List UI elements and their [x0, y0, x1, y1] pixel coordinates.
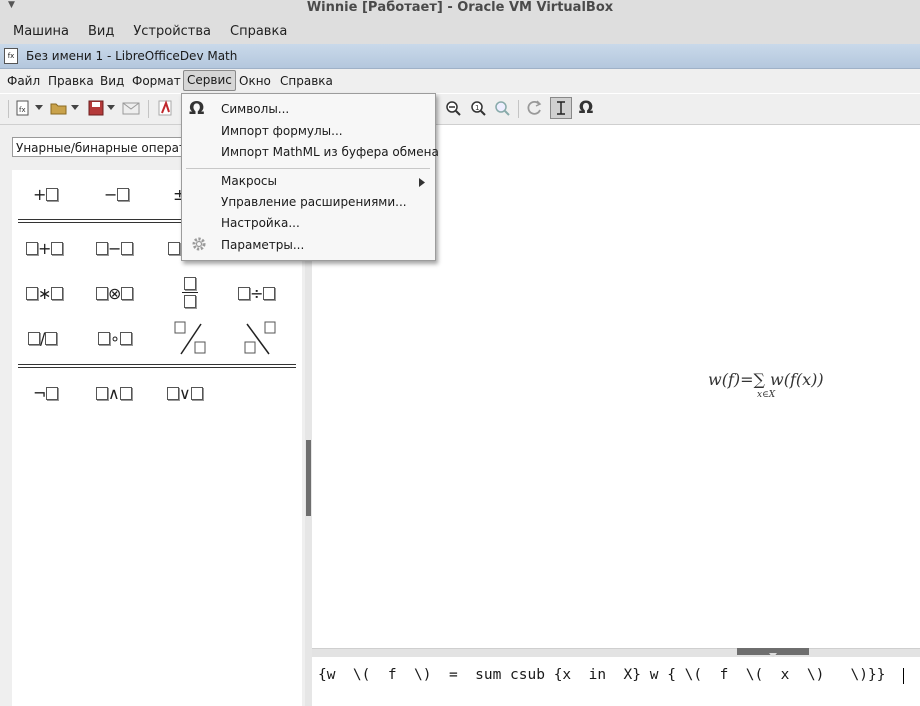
- element-concatenate[interactable]: ∘: [98, 330, 133, 348]
- save-icon[interactable]: [87, 99, 105, 117]
- svg-text:fx: fx: [19, 106, 26, 114]
- element-slash[interactable]: /: [28, 330, 58, 348]
- splitter-handle[interactable]: [306, 440, 311, 516]
- vbox-menu-view[interactable]: Вид: [82, 22, 120, 42]
- formula-cursor-icon[interactable]: [550, 97, 572, 119]
- vbox-menu-devices[interactable]: Устройства: [127, 22, 217, 42]
- element-multiplication-star[interactable]: ∗: [26, 285, 64, 303]
- menu-item-import-formula[interactable]: Импорт формулы...: [221, 123, 343, 139]
- menu-item-macros[interactable]: Макросы: [221, 173, 277, 189]
- element-division[interactable]: ÷: [238, 285, 276, 303]
- menu-window[interactable]: Окно: [239, 72, 271, 90]
- vbox-window-title: Winnie [Работает] - Oracle VM VirtualBox: [306, 0, 614, 15]
- menu-help[interactable]: Справка: [280, 72, 333, 90]
- menu-item-extension-manager[interactable]: Управление расширениями...: [221, 194, 407, 210]
- element-subtraction[interactable]: −: [96, 240, 134, 258]
- menu-separator: [186, 168, 430, 169]
- menu-edit[interactable]: Правка: [48, 72, 94, 90]
- element-unary-minus[interactable]: −: [104, 186, 130, 204]
- element-unary-plus[interactable]: +: [33, 186, 59, 204]
- svg-text:1: 1: [475, 104, 479, 112]
- zoom-out-icon[interactable]: [444, 99, 462, 117]
- toolbar-separator: [518, 100, 519, 118]
- toolbar-separator: [148, 100, 149, 118]
- update-icon[interactable]: [526, 99, 544, 117]
- new-document-icon[interactable]: fx: [14, 99, 32, 117]
- element-circled-times[interactable]: ⊗: [96, 285, 134, 303]
- symbols-omega-icon[interactable]: Ω: [577, 98, 595, 118]
- element-boolean-not[interactable]: ¬: [33, 385, 59, 403]
- menu-tools[interactable]: Сервис: [183, 70, 236, 91]
- toolbar-grip: [8, 100, 9, 118]
- new-dropdown-icon[interactable]: [34, 99, 44, 117]
- element-widebslash[interactable]: [243, 320, 279, 360]
- elements-category-select[interactable]: Унарные/бинарные операторы: [12, 137, 192, 157]
- tools-menu-dropdown: Ω Символы... Импорт формулы... Импорт Ma…: [181, 93, 439, 261]
- vbox-menu-help[interactable]: Справка: [224, 22, 293, 42]
- open-dropdown-icon[interactable]: [70, 99, 80, 117]
- lo-window-title: Без имени 1 - LibreOfficeDev Math: [26, 49, 238, 63]
- omega-icon: Ω: [189, 98, 205, 119]
- menu-item-customize[interactable]: Настройка...: [221, 215, 300, 231]
- open-folder-icon[interactable]: [50, 99, 68, 117]
- vbox-menu-machine[interactable]: Машина: [7, 22, 75, 42]
- menu-item-import-mathml[interactable]: Импорт MathML из буфера обмена: [221, 144, 439, 160]
- menu-file[interactable]: Файл: [7, 72, 40, 90]
- zoom-100-icon[interactable]: 1: [469, 99, 487, 117]
- gear-icon: [191, 236, 207, 255]
- menu-item-symbols[interactable]: Символы...: [221, 101, 289, 117]
- element-boolean-or[interactable]: ∨: [167, 385, 203, 403]
- save-dropdown-icon[interactable]: [106, 99, 116, 117]
- formula-command-text[interactable]: {w \( f \) = sum csub {x in X} w { \( f …: [318, 667, 885, 683]
- rendered-formula-subscript: x∈X: [757, 390, 776, 400]
- submenu-arrow-icon: [419, 176, 425, 190]
- elements-divider: [18, 364, 296, 368]
- export-pdf-icon[interactable]: [156, 99, 174, 117]
- email-document-icon[interactable]: [122, 99, 140, 117]
- lo-menubar: Файл Правка Вид Формат Сервис Окно Справ…: [0, 69, 920, 93]
- element-boolean-and[interactable]: ∧: [96, 385, 132, 403]
- text-cursor: [903, 668, 904, 684]
- show-all-icon[interactable]: [493, 99, 511, 117]
- math-document-icon: fx: [4, 48, 18, 64]
- element-wideslash[interactable]: [173, 320, 209, 360]
- element-addition[interactable]: +: [26, 240, 64, 258]
- rendered-formula: w(f)=∑ w(f(x)): [708, 370, 824, 389]
- vbox-menubar: Машина Вид Устройства Справка: [0, 22, 293, 42]
- editor-splitter[interactable]: [312, 648, 920, 657]
- editor-splitter-grip[interactable]: [737, 648, 809, 658]
- menu-view[interactable]: Вид: [100, 72, 124, 90]
- element-fraction[interactable]: [182, 277, 198, 308]
- element-plus-minus-binary[interactable]: [168, 240, 180, 258]
- menu-format[interactable]: Формат: [132, 72, 181, 90]
- menu-item-options[interactable]: Параметры...: [221, 237, 304, 253]
